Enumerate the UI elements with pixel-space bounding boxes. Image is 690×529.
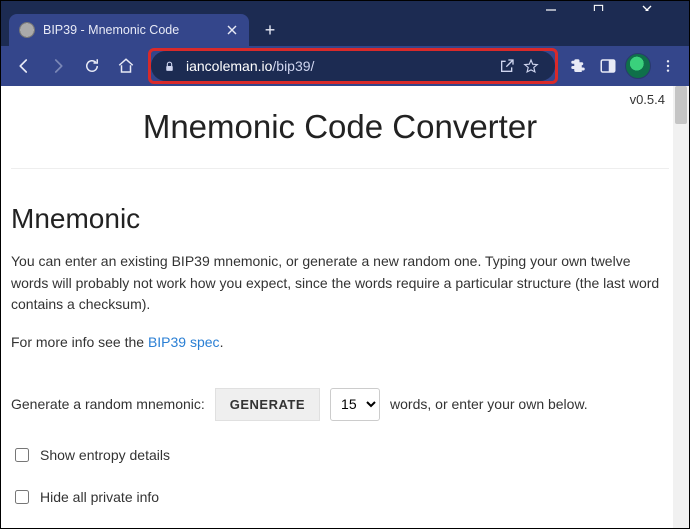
generate-button[interactable]: GENERATE: [215, 388, 320, 421]
profile-avatar[interactable]: [625, 53, 651, 79]
url-text: iancoleman.io/bip39/: [186, 58, 499, 74]
home-button[interactable]: [111, 51, 141, 81]
lock-icon[interactable]: [163, 60, 176, 73]
page-title: Mnemonic Code Converter: [11, 108, 669, 146]
bip39-spec-link[interactable]: BIP39 spec: [148, 334, 220, 350]
browser-menu-button[interactable]: [655, 53, 681, 79]
browser-tab[interactable]: BIP39 - Mnemonic Code: [9, 14, 249, 46]
tab-close-button[interactable]: [225, 25, 239, 35]
intro-paragraph: You can enter an existing BIP39 mnemonic…: [11, 251, 669, 316]
scrollbar-thumb[interactable]: [675, 86, 687, 124]
generate-label: Generate a random mnemonic:: [11, 396, 205, 412]
page-viewport: v0.5.4 Mnemonic Code Converter Mnemonic …: [1, 86, 689, 528]
hide-private-label: Hide all private info: [40, 489, 159, 505]
section-heading-mnemonic: Mnemonic: [11, 203, 669, 235]
bookmark-button[interactable]: [523, 58, 547, 74]
hide-private-checkbox[interactable]: [15, 490, 29, 504]
word-count-select[interactable]: 15: [330, 388, 380, 421]
words-suffix-label: words, or enter your own below.: [390, 396, 588, 412]
new-tab-button[interactable]: +: [255, 15, 285, 45]
show-entropy-checkbox[interactable]: [15, 448, 29, 462]
reload-button[interactable]: [77, 51, 107, 81]
more-info-suffix: .: [220, 334, 224, 350]
tab-favicon: [19, 22, 35, 38]
back-button[interactable]: [9, 51, 39, 81]
browser-toolbar: iancoleman.io/bip39/: [1, 46, 689, 86]
more-info-paragraph: For more info see the BIP39 spec.: [11, 332, 669, 354]
forward-button[interactable]: [43, 51, 73, 81]
url-path: /bip39/: [272, 58, 314, 74]
version-label: v0.5.4: [630, 92, 665, 107]
divider: [11, 168, 669, 169]
tab-title: BIP39 - Mnemonic Code: [43, 23, 225, 37]
share-button[interactable]: [499, 58, 523, 74]
address-bar[interactable]: iancoleman.io/bip39/: [151, 51, 555, 81]
url-host: iancoleman.io: [186, 58, 272, 74]
hide-private-row[interactable]: Hide all private info: [11, 487, 669, 507]
more-info-prefix: For more info see the: [11, 334, 148, 350]
show-entropy-label: Show entropy details: [40, 447, 170, 463]
tab-strip: BIP39 - Mnemonic Code +: [1, 11, 689, 46]
show-entropy-row[interactable]: Show entropy details: [11, 445, 669, 465]
window-controls-bar: [1, 1, 689, 11]
address-bar-container: iancoleman.io/bip39/: [151, 51, 555, 81]
extensions-button[interactable]: [565, 53, 591, 79]
generate-row: Generate a random mnemonic: GENERATE 15 …: [11, 388, 669, 421]
side-panel-button[interactable]: [595, 53, 621, 79]
scrollbar-track[interactable]: [673, 86, 689, 528]
